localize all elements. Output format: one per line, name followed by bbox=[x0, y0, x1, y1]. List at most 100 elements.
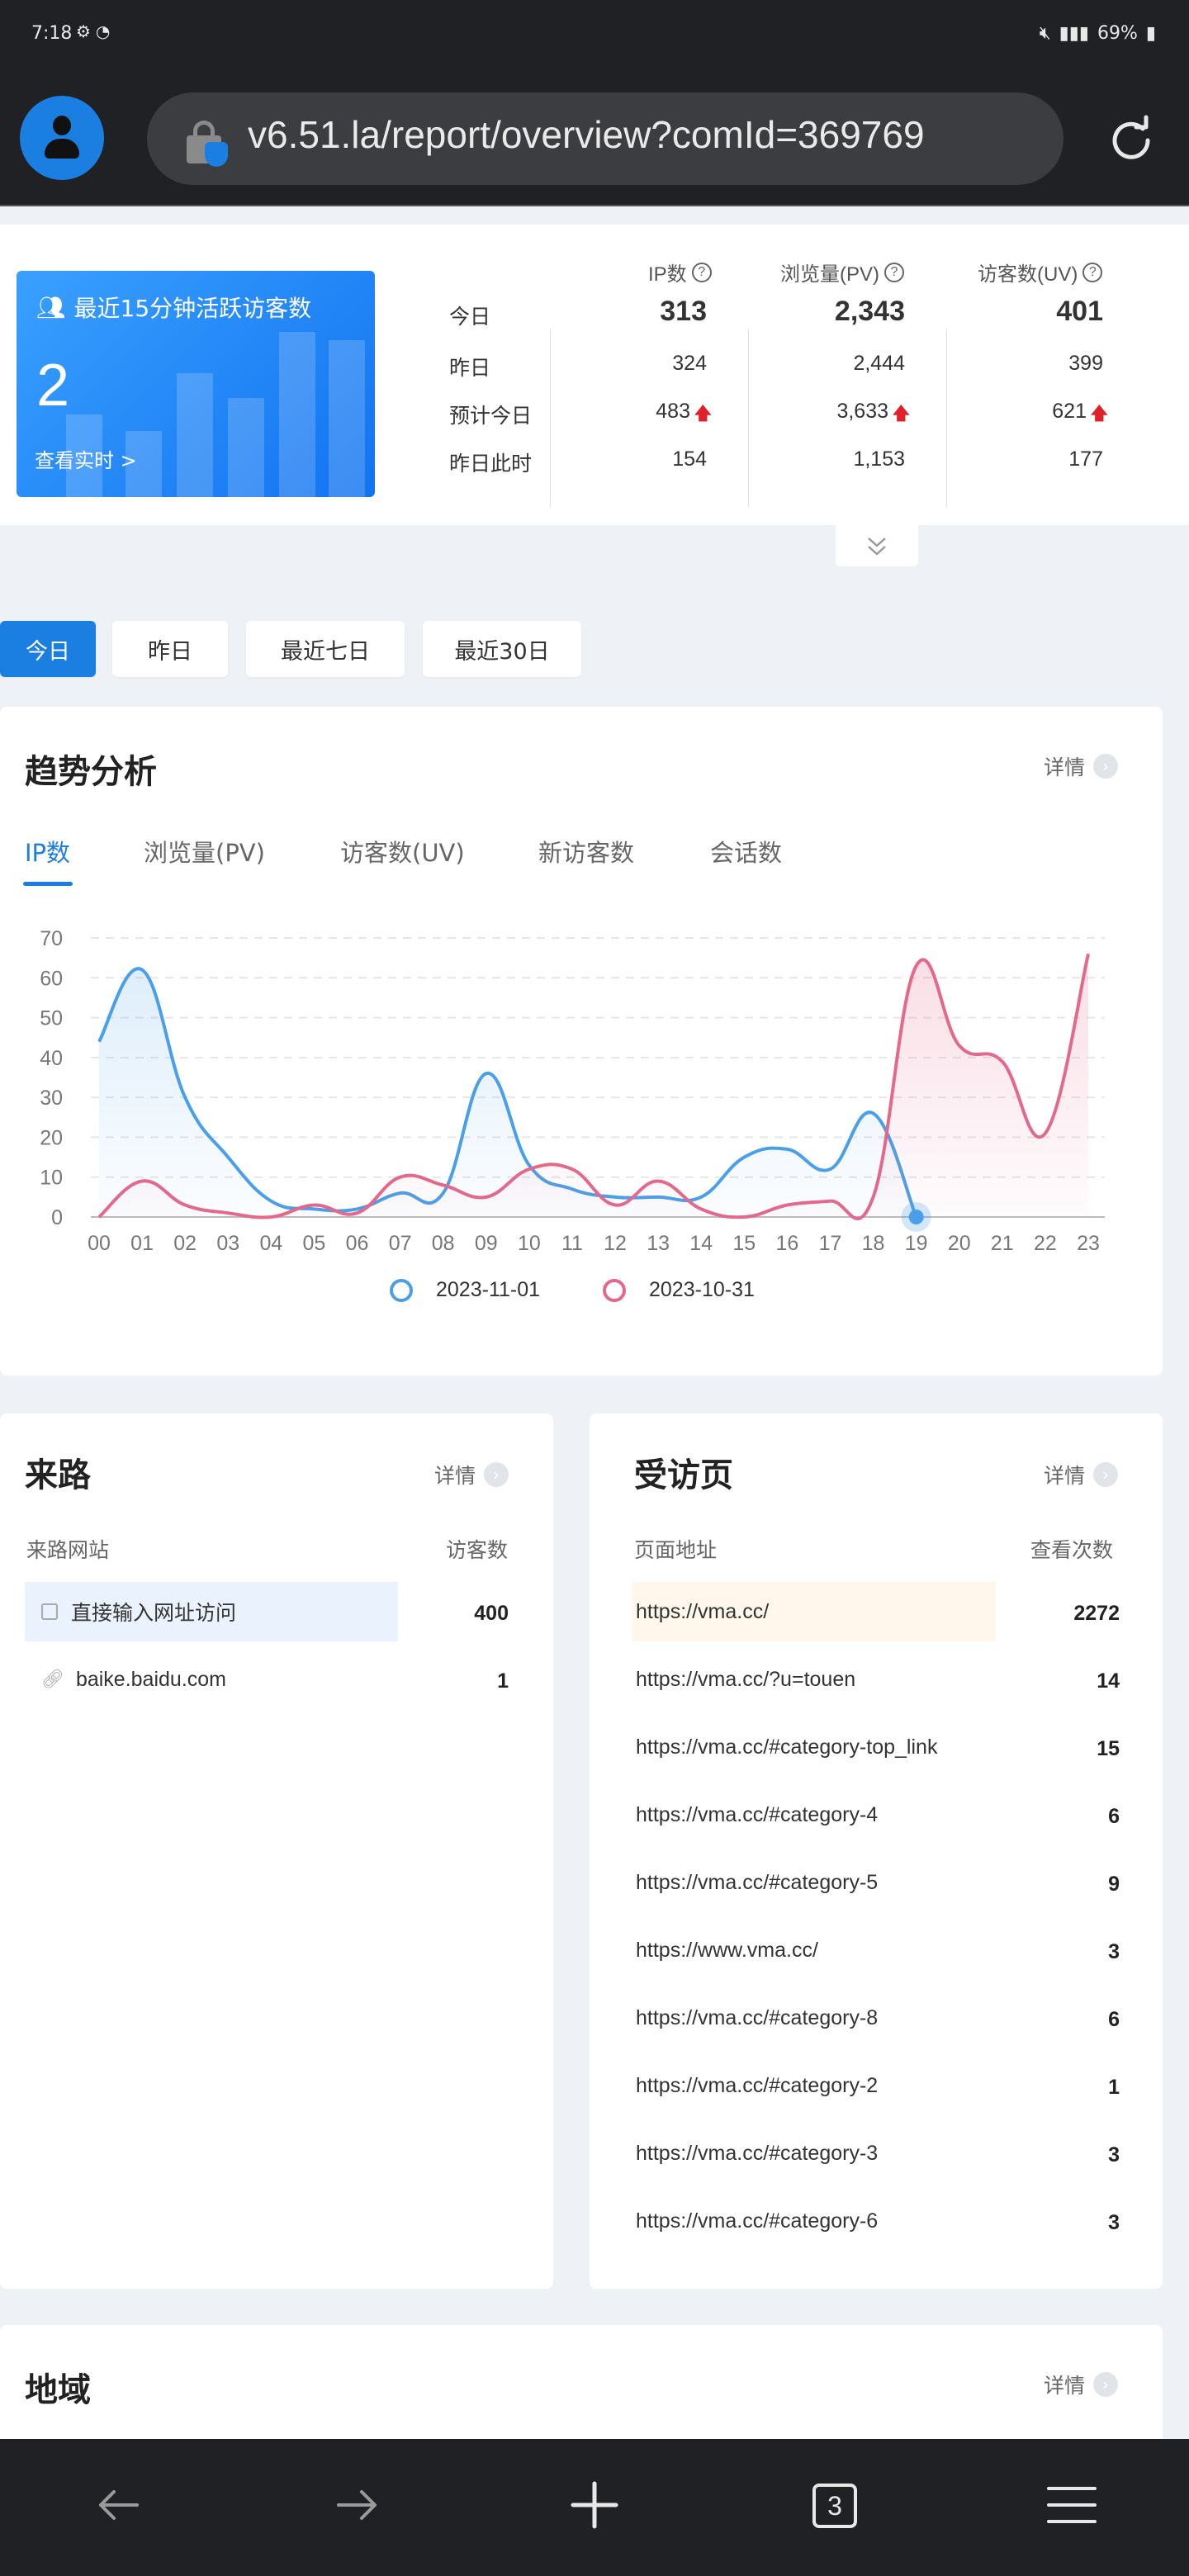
address-bar[interactable]: v6.51.la/report/overview?comId=369769 bbox=[147, 92, 1063, 185]
yesterday-now-ip: 154 bbox=[672, 447, 707, 471]
status-time: 7:18 bbox=[31, 23, 73, 44]
legend-circle-icon bbox=[603, 1278, 626, 1302]
list-item[interactable]: https://vma.cc/ bbox=[632, 1582, 996, 1641]
help-icon[interactable]: ? bbox=[1082, 262, 1103, 282]
list-item[interactable]: https://vma.cc/#category-top_link bbox=[632, 1717, 996, 1777]
pages-detail-link[interactable]: 详情 › bbox=[1044, 1460, 1119, 1489]
tab-uv[interactable]: 访客数(UV) bbox=[340, 834, 465, 869]
mute-icon: 🔇︎ bbox=[1039, 23, 1051, 44]
profile-avatar-icon[interactable] bbox=[20, 96, 104, 180]
chevron-right-icon: › bbox=[484, 1462, 509, 1487]
menu-hamburger-icon[interactable] bbox=[1039, 2472, 1105, 2538]
x-tick-label: 12 bbox=[604, 1232, 627, 1255]
range-tab-today[interactable]: 今日 bbox=[0, 621, 96, 677]
list-item[interactable]: 🔗︎ baike.baidu.com bbox=[25, 1650, 398, 1709]
reload-icon[interactable] bbox=[1106, 114, 1156, 163]
url-text[interactable]: v6.51.la/report/overview?comId=369769 bbox=[248, 112, 925, 157]
yesterday-now-uv: 177 bbox=[1068, 447, 1103, 471]
direct-visit-icon bbox=[41, 1603, 58, 1620]
x-tick-label: 11 bbox=[561, 1232, 583, 1255]
list-item[interactable]: https://vma.cc/#category-8 bbox=[632, 1988, 996, 2048]
x-tick-label: 16 bbox=[775, 1232, 798, 1255]
pages-col-url: 页面地址 bbox=[634, 1538, 718, 1562]
row-label: 今日 bbox=[449, 305, 491, 329]
chevron-right-icon: › bbox=[1093, 2372, 1119, 2397]
range-tab-yesterday[interactable]: 昨日 bbox=[112, 621, 228, 677]
region-title: 地域 bbox=[25, 2371, 91, 2409]
range-tab-7days[interactable]: 最近七日 bbox=[246, 621, 405, 677]
legend-circle-icon bbox=[390, 1278, 413, 1302]
sources-title: 来路 bbox=[25, 1456, 91, 1494]
help-icon[interactable]: ? bbox=[884, 262, 904, 282]
forecast-ip: 483 bbox=[656, 400, 690, 423]
page-url: https://vma.cc/#category-top_link bbox=[636, 1735, 938, 1759]
status-right: 🔇︎ ▮▮▮ 69% ▮ bbox=[1040, 23, 1156, 44]
forecast-uv: 621 bbox=[1052, 400, 1087, 423]
legend-series-2[interactable]: 2023-10-31 bbox=[603, 1278, 755, 1302]
x-tick-label: 05 bbox=[303, 1232, 326, 1255]
tab-pv[interactable]: 浏览量(PV) bbox=[144, 834, 265, 869]
list-item[interactable]: https://www.vma.cc/ bbox=[632, 1920, 996, 1980]
row-label: 昨日 bbox=[449, 357, 491, 380]
list-value: 1 bbox=[1108, 2076, 1120, 2099]
tab-new-visitors[interactable]: 新访客数 bbox=[538, 834, 634, 869]
forward-arrow-icon[interactable] bbox=[324, 2472, 390, 2538]
signal-icon: ▮▮▮ bbox=[1059, 23, 1089, 44]
list-item[interactable]: https://vma.cc/#category-4 bbox=[632, 1785, 996, 1844]
y-tick-label: 10 bbox=[40, 1167, 63, 1190]
help-icon[interactable]: ? bbox=[691, 262, 712, 282]
list-item[interactable]: 直接输入网址访问 bbox=[25, 1582, 398, 1641]
list-value: 3 bbox=[1108, 2211, 1120, 2234]
list-item[interactable]: https://vma.cc/#category-5 bbox=[632, 1853, 996, 1912]
x-tick-label: 10 bbox=[518, 1232, 541, 1255]
arrow-up-icon: 🡅 bbox=[892, 403, 911, 424]
range-tab-30days[interactable]: 最近30日 bbox=[423, 621, 581, 677]
expand-button[interactable] bbox=[836, 525, 918, 566]
list-value: 400 bbox=[474, 1602, 509, 1625]
trend-line-chart[interactable]: 0 10 20 30 40 50 60 70 00 01 02 03 04 05 06 07 08 09 10 11 1… bbox=[0, 916, 1163, 1263]
region-detail-link[interactable]: 详情 › bbox=[1044, 2370, 1119, 2399]
pages-title: 受访页 bbox=[634, 1456, 733, 1494]
page-url: https://vma.cc/#category-4 bbox=[636, 1802, 879, 1826]
browser-bottom-nav: 3 bbox=[0, 2439, 1189, 2576]
x-tick-label: 14 bbox=[689, 1232, 713, 1255]
trend-title: 趋势分析 bbox=[25, 753, 157, 791]
x-tick-label: 22 bbox=[1034, 1232, 1057, 1255]
x-tick-label: 09 bbox=[475, 1232, 498, 1255]
list-item[interactable]: https://vma.cc/#category-6 bbox=[632, 2191, 996, 2251]
chevron-right-icon: › bbox=[1093, 1462, 1119, 1487]
y-tick-label: 30 bbox=[40, 1087, 63, 1110]
arrow-up-icon: 🡅 bbox=[694, 403, 713, 424]
sources-detail-link[interactable]: 详情 › bbox=[434, 1460, 509, 1489]
x-tick-label: 20 bbox=[948, 1232, 971, 1255]
page-url: https://vma.cc/#category-5 bbox=[636, 1870, 879, 1894]
list-value: 2272 bbox=[1073, 1602, 1120, 1625]
back-arrow-icon[interactable] bbox=[86, 2472, 152, 2538]
page-url: https://vma.cc/#category-2 bbox=[636, 2073, 879, 2097]
trend-detail-link[interactable]: 详情 › bbox=[1044, 751, 1119, 781]
new-tab-plus-icon[interactable] bbox=[561, 2472, 628, 2538]
list-item[interactable]: https://vma.cc/?u=touen bbox=[632, 1650, 996, 1709]
tabs-button[interactable]: 3 bbox=[801, 2472, 867, 2538]
row-label: 预计今日 bbox=[449, 405, 533, 428]
link-icon: 🔗︎ bbox=[41, 1669, 64, 1689]
x-tick-label: 19 bbox=[905, 1232, 928, 1255]
list-item[interactable]: https://vma.cc/#category-2 bbox=[632, 2056, 996, 2115]
current-point bbox=[908, 1210, 924, 1224]
divider bbox=[946, 329, 947, 507]
tab-ip[interactable]: IP数 bbox=[25, 834, 70, 869]
double-chevron-down-icon bbox=[868, 537, 886, 556]
tab-sessions[interactable]: 会话数 bbox=[710, 834, 782, 869]
lock-shield-icon bbox=[185, 121, 228, 167]
page-url: https://vma.cc/?u=touen bbox=[636, 1667, 856, 1691]
page-url: https://vma.cc/ bbox=[636, 1599, 770, 1623]
divider bbox=[550, 329, 551, 507]
list-item[interactable]: https://vma.cc/#category-3 bbox=[632, 2124, 996, 2183]
status-bar: 7:18 ⚙◔ 🔇︎ ▮▮▮ 69% ▮ bbox=[0, 0, 1189, 71]
active-visitors-box[interactable]: 👥︎ 最近15分钟活跃访客数 2 查看实时 > bbox=[17, 271, 375, 497]
yesterday-ip: 324 bbox=[672, 352, 707, 375]
page-url: https://vma.cc/#category-8 bbox=[636, 2005, 879, 2029]
view-realtime-link[interactable]: 查看实时 > bbox=[35, 444, 137, 473]
legend-series-1[interactable]: 2023-11-01 bbox=[390, 1278, 540, 1302]
x-tick-label: 07 bbox=[389, 1232, 412, 1255]
